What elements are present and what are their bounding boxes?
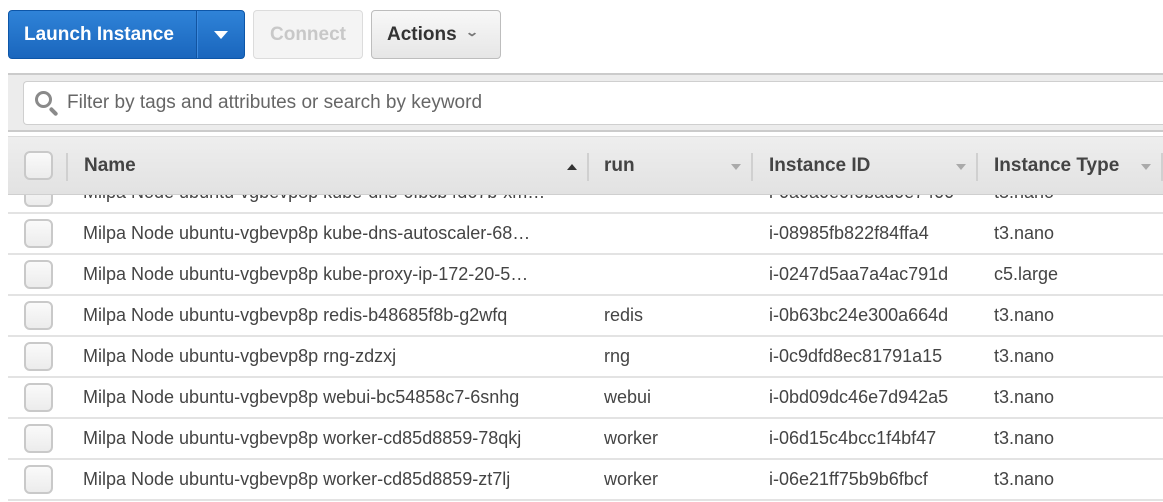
column-label: run <box>604 154 635 176</box>
table-body: Milpa Node ubuntu-vgbevp8p kube-dns-6fbc… <box>8 173 1163 501</box>
caret-down-icon <box>214 30 228 39</box>
filter-field[interactable] <box>23 81 1163 125</box>
table-row[interactable]: Milpa Node ubuntu-vgbevp8p rng-zdzxj rng i… <box>8 337 1163 378</box>
cell-instance-type: c5.large <box>994 264 1059 284</box>
cell-instance-type: t3.nano <box>994 469 1055 489</box>
cell-name: Milpa Node ubuntu-vgbevp8p redis-b48685f… <box>83 305 508 325</box>
table-row[interactable]: Milpa Node ubuntu-vgbevp8p kube-proxy-ip… <box>8 255 1163 296</box>
launch-instance-split-button: Launch Instance <box>8 10 245 59</box>
row-checkbox[interactable] <box>23 260 53 289</box>
column-header-name[interactable]: Name <box>68 137 589 194</box>
column-header-run[interactable]: run <box>589 137 753 194</box>
row-checkbox-cell <box>8 424 68 453</box>
filter-input[interactable] <box>67 92 1163 114</box>
launch-options-dropdown-button[interactable] <box>197 11 244 58</box>
actions-label: Actions <box>387 23 457 45</box>
toolbar: Launch Instance Connect Actions ⌄ <box>8 10 501 59</box>
table-row[interactable]: Milpa Node ubuntu-vgbevp8p worker-cd85d8… <box>8 419 1163 460</box>
sort-icon <box>956 164 966 170</box>
row-checkbox-cell <box>8 383 68 412</box>
cell-instance-id: i-0247d5aa7a4ac791d <box>769 264 949 284</box>
cell-run: rng <box>604 346 631 366</box>
cell-instance-id: i-06d15c4bcc1f4bf47 <box>769 428 937 448</box>
sort-icon <box>1141 164 1151 170</box>
cell-name: Milpa Node ubuntu-vgbevp8p kube-proxy-ip… <box>83 264 529 284</box>
cell-instance-type: t3.nano <box>994 428 1055 448</box>
cell-run: redis <box>604 305 644 325</box>
row-checkbox[interactable] <box>23 219 53 248</box>
cell-name: Milpa Node ubuntu-vgbevp8p rng-zdzxj <box>83 346 397 366</box>
sort-ascending-icon <box>567 164 577 170</box>
select-all-cell <box>8 137 68 194</box>
row-checkbox[interactable] <box>23 424 53 453</box>
cell-instance-type: t3.nano <box>994 223 1055 243</box>
cell-instance-type: t3.nano <box>994 305 1055 325</box>
cell-instance-type: t3.nano <box>994 387 1055 407</box>
column-header-instance-id[interactable]: Instance ID <box>753 137 978 194</box>
cell-run: worker <box>604 469 659 489</box>
cell-run: webui <box>604 387 652 407</box>
cell-instance-id: i-08985fb822f84ffa4 <box>769 223 929 243</box>
launch-instance-button[interactable]: Launch Instance <box>9 11 197 58</box>
filter-bar <box>8 73 1163 132</box>
column-label: Instance ID <box>769 154 871 176</box>
chevron-down-icon: ⌄ <box>464 24 479 39</box>
cell-name: Milpa Node ubuntu-vgbevp8p kube-dns-auto… <box>83 223 531 243</box>
row-checkbox[interactable] <box>23 301 53 330</box>
cell-instance-id: i-0c9dfd8ec81791a15 <box>769 346 943 366</box>
cell-name: Milpa Node ubuntu-vgbevp8p webui-bc54858… <box>83 387 520 407</box>
row-checkbox-cell <box>8 301 68 330</box>
cell-name: Milpa Node ubuntu-vgbevp8p worker-cd85d8… <box>83 469 511 489</box>
column-header-instance-type[interactable]: Instance Type <box>978 137 1163 194</box>
table-row[interactable]: Milpa Node ubuntu-vgbevp8p kube-dns-auto… <box>8 214 1163 255</box>
cell-run: worker <box>604 428 659 448</box>
row-checkbox[interactable] <box>23 465 53 494</box>
table-header: Name run Instance ID Instance Type <box>8 136 1163 195</box>
cell-instance-id: i-0b63bc24e300a664d <box>769 305 949 325</box>
row-checkbox-cell <box>8 219 68 248</box>
column-label: Name <box>84 154 136 176</box>
actions-button[interactable]: Actions ⌄ <box>371 10 501 59</box>
sort-icon <box>731 164 741 170</box>
cell-instance-id: i-0bd09dc46e7d942a5 <box>769 387 949 407</box>
row-checkbox[interactable] <box>23 342 53 371</box>
row-checkbox[interactable] <box>23 383 53 412</box>
row-checkbox-cell <box>8 342 68 371</box>
column-label: Instance Type <box>994 154 1120 176</box>
cell-instance-id: i-06e21ff75b9b6fbcf <box>769 469 928 489</box>
table-row[interactable]: Milpa Node ubuntu-vgbevp8p worker-cd85d8… <box>8 460 1163 501</box>
cell-name: Milpa Node ubuntu-vgbevp8p worker-cd85d8… <box>83 428 522 448</box>
row-checkbox-cell <box>8 260 68 289</box>
search-icon <box>33 89 61 117</box>
cell-instance-type: t3.nano <box>994 346 1055 366</box>
table-row[interactable]: Milpa Node ubuntu-vgbevp8p webui-bc54858… <box>8 378 1163 419</box>
connect-button[interactable]: Connect <box>253 10 363 59</box>
row-checkbox-cell <box>8 465 68 494</box>
table-row[interactable]: Milpa Node ubuntu-vgbevp8p redis-b48685f… <box>8 296 1163 337</box>
select-all-checkbox[interactable] <box>23 151 53 180</box>
